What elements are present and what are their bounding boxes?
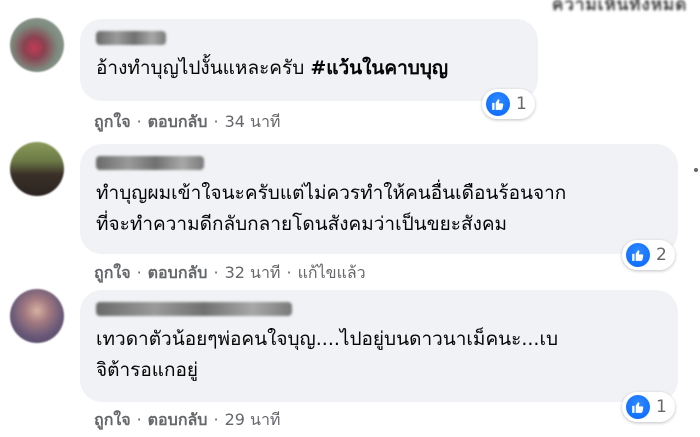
comment-text: ทำบุญผมเข้าใจนะครับแต่ไม่ควรทำให้คนอื่นเ… — [96, 182, 567, 235]
comment-bubble: ทำบุญผมเข้าใจนะครับแต่ไม่ควรทำให้คนอื่นเ… — [80, 144, 678, 254]
comment-actions: ถูกใจ · ตอบกลับ · 34 นาที — [94, 112, 281, 131]
like-thumb-icon — [626, 243, 650, 267]
comment-actions: ถูกใจ · ตอบกลับ · 29 นาที — [94, 410, 281, 429]
reply-link[interactable]: ตอบกลับ — [148, 410, 208, 429]
commenter-name-blurred[interactable] — [96, 302, 292, 316]
reaction-badge[interactable]: 2 — [622, 240, 675, 270]
comment-actions: ถูกใจ · ตอบกลับ · 32 นาที · แก้ไขแล้ว — [94, 263, 366, 282]
like-thumb-icon — [486, 92, 510, 116]
comment-time[interactable]: 29 นาที — [225, 410, 281, 429]
reaction-count: 1 — [656, 397, 667, 417]
hashtag-link[interactable]: #แว้นในคาบบุญ — [310, 57, 448, 79]
reaction-badge[interactable]: 1 — [622, 392, 675, 422]
commenter-avatar[interactable] — [10, 142, 64, 196]
comment-bubble: เทวดาตัวน้อยๆพ่อคนใจบุญ....ไปอยู่บนดาวนา… — [80, 290, 678, 402]
edited-label[interactable]: แก้ไขแล้ว — [298, 263, 366, 282]
commenter-name-blurred[interactable] — [96, 156, 204, 170]
reaction-badge[interactable]: 1 — [482, 89, 535, 119]
comment-time[interactable]: 32 นาที — [225, 263, 281, 282]
reply-link[interactable]: ตอบกลับ — [148, 263, 208, 282]
reaction-count: 2 — [656, 245, 667, 265]
commenter-avatar[interactable] — [10, 18, 64, 72]
comment-bubble: อ้างทำบุญไปงั้นแหละครับ #แว้นในคาบบุญ — [80, 19, 538, 101]
like-thumb-icon — [626, 395, 650, 419]
commenter-avatar[interactable] — [10, 289, 64, 343]
comment-time[interactable]: 34 นาที — [225, 112, 281, 131]
commenter-name-blurred[interactable] — [96, 31, 166, 45]
header-fragment: ความเห็นทั้งหมด — [552, 0, 688, 11]
like-link[interactable]: ถูกใจ — [94, 410, 131, 429]
reply-link[interactable]: ตอบกลับ — [148, 112, 208, 131]
like-link[interactable]: ถูกใจ — [94, 263, 131, 282]
comment-text: เทวดาตัวน้อยๆพ่อคนใจบุญ....ไปอยู่บนดาวนา… — [96, 328, 559, 381]
like-link[interactable]: ถูกใจ — [94, 112, 131, 131]
reaction-count: 1 — [516, 94, 527, 114]
comment-text: อ้างทำบุญไปงั้นแหละครับ #แว้นในคาบบุญ — [96, 57, 449, 79]
more-options-dot[interactable] — [694, 168, 698, 172]
